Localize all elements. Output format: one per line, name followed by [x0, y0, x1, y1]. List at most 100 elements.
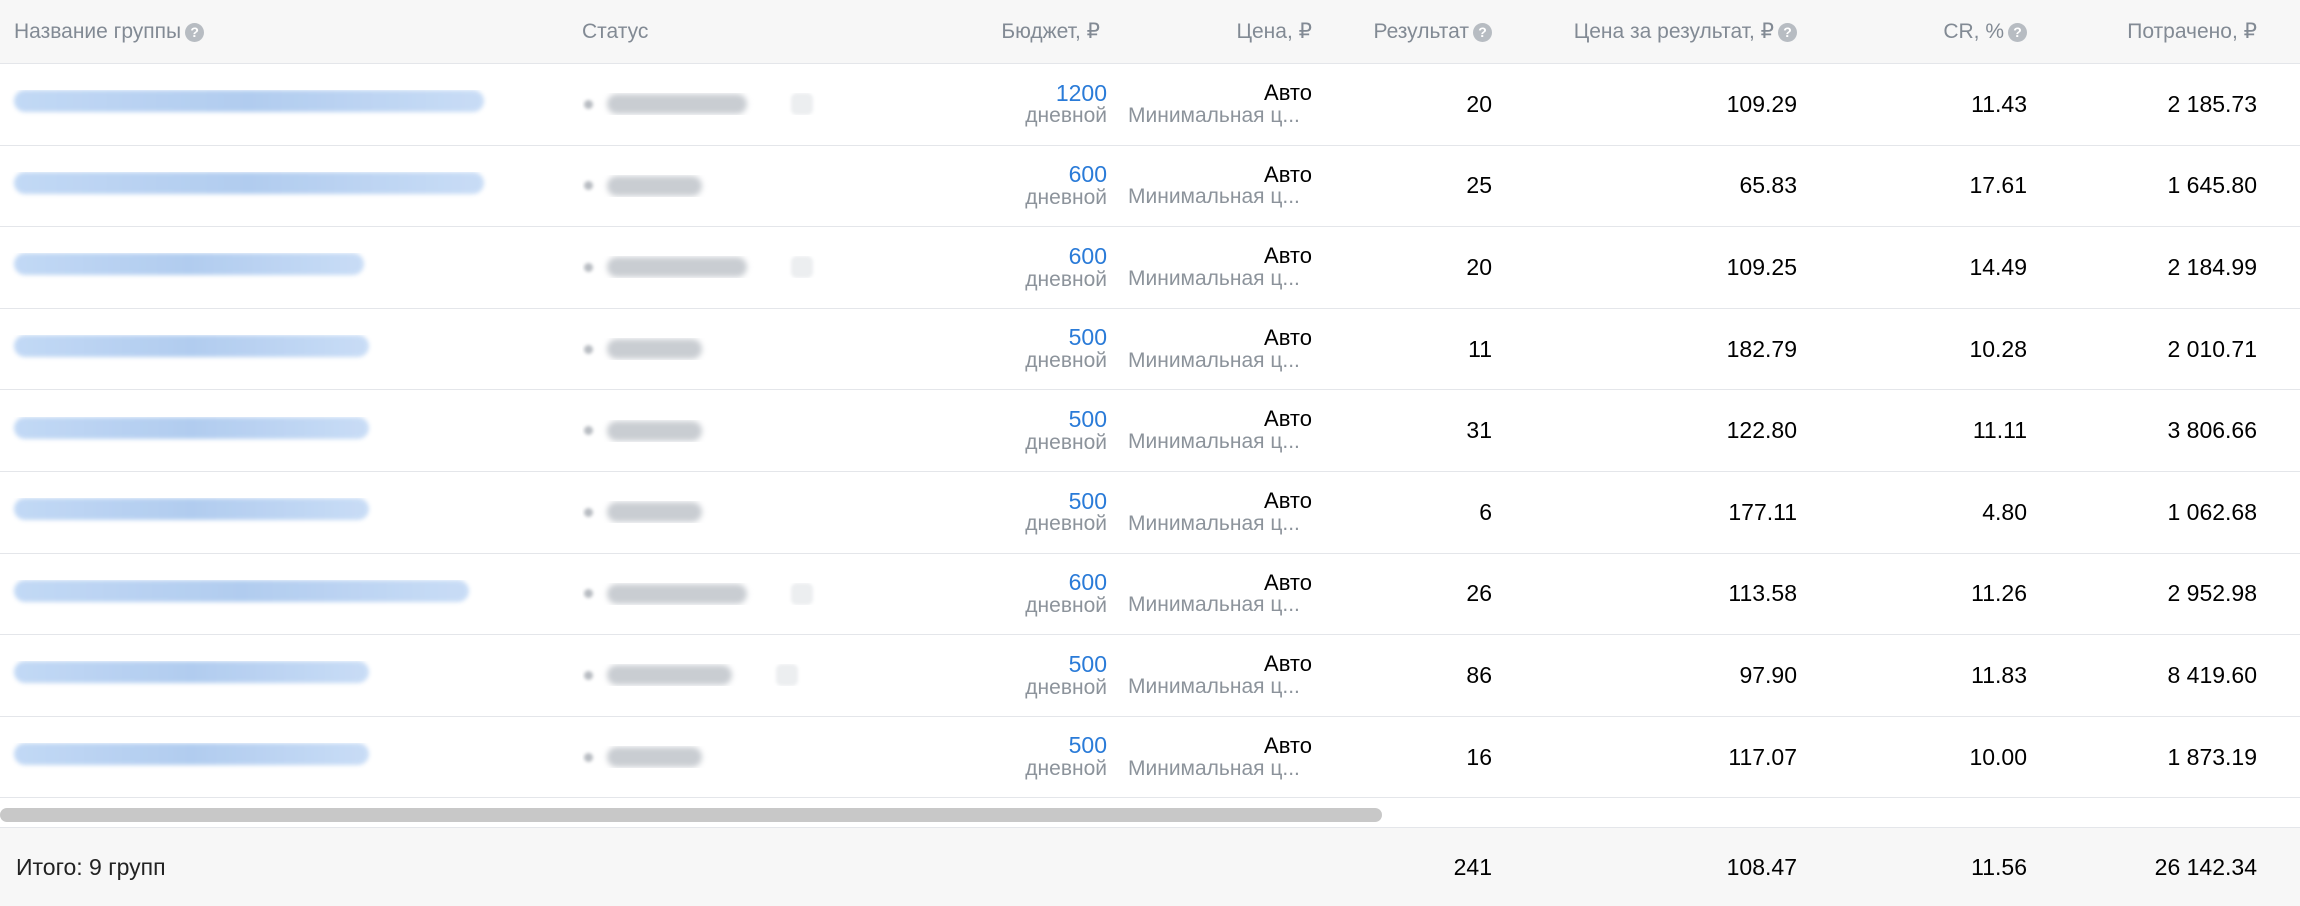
- group-name-cell[interactable]: [0, 579, 582, 608]
- budget-amount[interactable]: 600: [852, 162, 1107, 187]
- table-row[interactable]: 500 дневной Авто Минимальная ц... 11 182…: [0, 309, 2300, 391]
- help-icon[interactable]: ?: [185, 22, 205, 42]
- help-icon[interactable]: ?: [1473, 22, 1492, 42]
- price-mode: Авто: [1264, 81, 1312, 106]
- budget-period: дневной: [1025, 757, 1107, 781]
- group-name-link[interactable]: [14, 171, 484, 194]
- budget-cell[interactable]: 600 дневной: [852, 570, 1114, 618]
- budget-cell[interactable]: 500 дневной: [852, 489, 1114, 537]
- col-header-name[interactable]: Название группы?: [0, 20, 582, 44]
- spent-cell: 2 010.71: [2167, 335, 2257, 362]
- status-label: [607, 420, 702, 441]
- status-dot-icon: [584, 507, 593, 517]
- table-row[interactable]: 500 дневной Авто Минимальная ц... 16 117…: [0, 717, 2300, 799]
- budget-cell[interactable]: 500 дневной: [852, 325, 1114, 373]
- status-chip-icon[interactable]: [791, 93, 813, 116]
- col-header-price[interactable]: Цена, ₽: [1114, 19, 1322, 44]
- total-cost-per-result: 108.47: [1726, 853, 1797, 880]
- group-name-cell[interactable]: [0, 498, 582, 526]
- status-cell[interactable]: [582, 664, 852, 687]
- group-name-cell[interactable]: [0, 661, 582, 689]
- budget-amount[interactable]: 600: [852, 570, 1107, 595]
- price-cell[interactable]: Авто Минимальная ц...: [1114, 407, 1322, 453]
- col-header-cost-per-result[interactable]: Цена за результат, ₽?: [1492, 19, 1797, 44]
- col-header-status[interactable]: Статус: [582, 20, 852, 44]
- group-name-link[interactable]: [14, 90, 484, 113]
- col-header-cr[interactable]: CR, %?: [1797, 20, 2027, 44]
- result-cell: 26: [1466, 580, 1492, 607]
- status-cell[interactable]: [582, 256, 852, 279]
- table-row[interactable]: 500 дневной Авто Минимальная ц... 86 97.…: [0, 635, 2300, 717]
- cost-per-result-cell: 117.07: [1728, 743, 1797, 770]
- price-cell[interactable]: Авто Минимальная ц...: [1114, 652, 1322, 698]
- group-name-cell[interactable]: [0, 416, 582, 445]
- group-name-cell[interactable]: [0, 335, 582, 363]
- price-cell[interactable]: Авто Минимальная ц...: [1114, 326, 1322, 372]
- table-row[interactable]: 1200 дневной Авто Минимальная ц... 20 10…: [0, 64, 2300, 146]
- budget-cell[interactable]: 600 дневной: [852, 162, 1114, 210]
- status-cell[interactable]: [582, 501, 852, 523]
- status-cell[interactable]: [582, 420, 852, 442]
- status-chip-icon[interactable]: [776, 664, 798, 687]
- group-name-link[interactable]: [14, 498, 369, 521]
- status-label: [607, 94, 747, 115]
- result-cell: 25: [1466, 172, 1492, 199]
- group-name-link[interactable]: [14, 416, 369, 439]
- status-cell[interactable]: [582, 93, 852, 116]
- group-name-link[interactable]: [14, 661, 369, 684]
- table-row[interactable]: 600 дневной Авто Минимальная ц... 25 65.…: [0, 146, 2300, 228]
- price-cell[interactable]: Авто Минимальная ц...: [1114, 734, 1322, 780]
- spent-cell: 1 062.68: [2167, 498, 2257, 525]
- price-cell[interactable]: Авто Минимальная ц...: [1114, 244, 1322, 290]
- group-name-cell[interactable]: [0, 90, 582, 118]
- budget-amount[interactable]: 500: [852, 489, 1107, 514]
- status-label: [607, 665, 732, 686]
- group-name-link[interactable]: [14, 743, 369, 766]
- price-cell[interactable]: Авто Минимальная ц...: [1114, 489, 1322, 535]
- price-strategy: Минимальная ц...: [1128, 103, 1300, 127]
- group-name-link[interactable]: [14, 579, 469, 602]
- status-chip-icon[interactable]: [791, 582, 813, 605]
- status-cell[interactable]: [582, 746, 852, 768]
- budget-amount[interactable]: 500: [852, 407, 1107, 432]
- table-row[interactable]: 600 дневной Авто Минимальная ц... 20 109…: [0, 227, 2300, 309]
- help-icon[interactable]: ?: [2008, 22, 2027, 42]
- col-header-spent[interactable]: Потрачено, ₽: [2027, 19, 2257, 44]
- group-name-cell[interactable]: [0, 253, 582, 281]
- status-cell[interactable]: [582, 175, 852, 197]
- budget-cell[interactable]: 500 дневной: [852, 733, 1114, 781]
- group-name-link[interactable]: [14, 335, 369, 358]
- status-dot-icon: [584, 344, 593, 354]
- budget-cell[interactable]: 1200 дневной: [852, 81, 1114, 129]
- status-dot-icon: [584, 670, 593, 680]
- help-icon[interactable]: ?: [1778, 23, 1797, 42]
- table-row[interactable]: 600 дневной Авто Минимальная ц... 26 113…: [0, 554, 2300, 636]
- col-header-result[interactable]: Результат?: [1322, 20, 1492, 44]
- budget-amount[interactable]: 1200: [852, 81, 1107, 106]
- status-cell[interactable]: [582, 582, 852, 605]
- status-cell[interactable]: [582, 338, 852, 360]
- budget-amount[interactable]: 500: [852, 325, 1107, 350]
- status-chip-icon[interactable]: [791, 256, 813, 279]
- group-name-cell[interactable]: [0, 171, 582, 200]
- price-mode: Авто: [1264, 325, 1312, 350]
- budget-amount[interactable]: 500: [852, 733, 1107, 758]
- budget-cell[interactable]: 500 дневной: [852, 407, 1114, 455]
- price-cell[interactable]: Авто Минимальная ц...: [1114, 81, 1322, 127]
- price-cell[interactable]: Авто Минимальная ц...: [1114, 571, 1322, 617]
- status-label: [607, 502, 702, 523]
- budget-cell[interactable]: 600 дневной: [852, 244, 1114, 292]
- budget-amount[interactable]: 500: [852, 652, 1107, 677]
- status-dot-icon: [584, 99, 593, 109]
- budget-cell[interactable]: 500 дневной: [852, 652, 1114, 700]
- scrollbar-thumb[interactable]: [0, 808, 1382, 822]
- table-row[interactable]: 500 дневной Авто Минимальная ц... 31 122…: [0, 390, 2300, 472]
- budget-amount[interactable]: 600: [852, 244, 1107, 269]
- horizontal-scrollbar[interactable]: [0, 803, 2300, 827]
- group-name-cell[interactable]: [0, 743, 582, 771]
- price-strategy: Минимальная ц...: [1128, 674, 1300, 698]
- price-cell[interactable]: Авто Минимальная ц...: [1114, 163, 1322, 209]
- col-header-budget[interactable]: Бюджет, ₽: [852, 19, 1114, 44]
- group-name-link[interactable]: [14, 253, 364, 276]
- table-row[interactable]: 500 дневной Авто Минимальная ц... 6 177.…: [0, 472, 2300, 554]
